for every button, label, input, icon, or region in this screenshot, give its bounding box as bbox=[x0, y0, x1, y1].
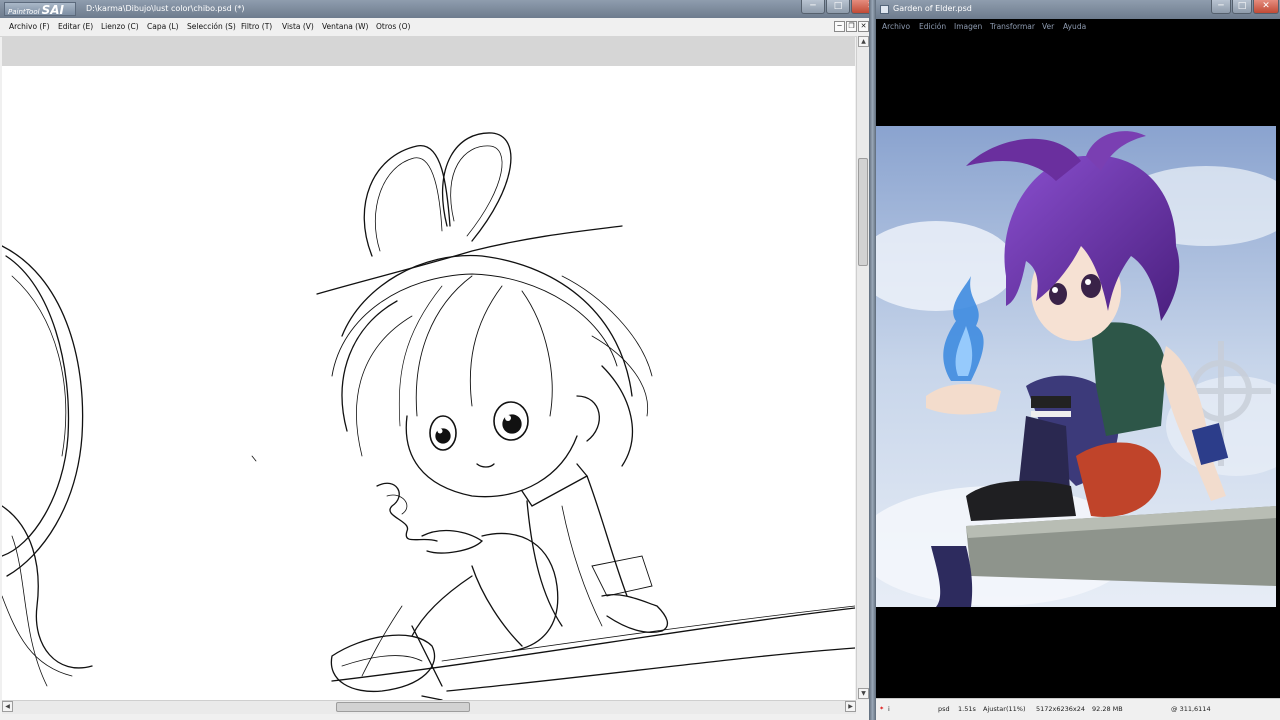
app-icon bbox=[880, 5, 889, 14]
menu-archivo[interactable]: Archivo (F) bbox=[9, 22, 50, 31]
vertical-scroll-thumb[interactable] bbox=[858, 158, 868, 266]
doc-restore-button[interactable]: ❐ bbox=[846, 21, 857, 32]
status-info-icon: i bbox=[888, 705, 890, 713]
menu-seleccion[interactable]: Selección (S) bbox=[187, 22, 236, 31]
sai-logo-text: PaintTool bbox=[8, 8, 40, 16]
sai-maximize-button[interactable]: □ bbox=[826, 0, 850, 14]
viewer-window-title: Garden of Elder.psd bbox=[893, 4, 972, 13]
viewer-statusbar: * i psd 1.51s Ajustar(11%) 5172x6236x24 … bbox=[876, 698, 1280, 720]
sai-window-title: D:\karma\Dibujo\lust color\chibo.psd (*) bbox=[86, 4, 245, 13]
status-dimensions: 5172x6236x24 bbox=[1036, 705, 1086, 713]
menu-otros[interactable]: Otros (O) bbox=[376, 22, 410, 31]
menu-capa[interactable]: Capa (L) bbox=[147, 22, 179, 31]
doc-minimize-button[interactable]: ─ bbox=[834, 21, 845, 32]
menu-vista[interactable]: Vista (V) bbox=[282, 22, 314, 31]
viewer-menu-imagen[interactable]: Imagen bbox=[954, 22, 982, 31]
window-divider bbox=[869, 0, 876, 720]
viewer-menu-ver[interactable]: Ver bbox=[1042, 22, 1054, 31]
doc-close-button[interactable]: ✕ bbox=[858, 21, 869, 32]
viewer-menubar: Archivo Edición Imagen Transformar Ver A… bbox=[876, 19, 1280, 35]
status-coords: @ 311,6114 bbox=[1171, 705, 1211, 713]
viewer-minimize-button[interactable]: ─ bbox=[1211, 0, 1231, 14]
sai-logo: PaintTool SAI bbox=[4, 2, 76, 17]
scroll-left-icon[interactable]: ◀ bbox=[2, 701, 13, 712]
status-format: psd bbox=[938, 705, 950, 713]
horizontal-scroll-thumb[interactable] bbox=[336, 702, 470, 712]
reference-illustration bbox=[876, 126, 1276, 607]
status-filesize: 92.28 MB bbox=[1092, 705, 1123, 713]
status-load-time: 1.51s bbox=[958, 705, 976, 713]
viewer-window: Garden of Elder.psd ─ □ ✕ Archivo Edició… bbox=[876, 0, 1280, 720]
menu-ventana[interactable]: Ventana (W) bbox=[322, 22, 368, 31]
menu-lienzo[interactable]: Lienzo (C) bbox=[101, 22, 139, 31]
menu-editar[interactable]: Editar (E) bbox=[58, 22, 93, 31]
sai-minimize-button[interactable]: ─ bbox=[801, 0, 825, 14]
sai-titlebar[interactable]: PaintTool SAI D:\karma\Dibujo\lust color\… bbox=[0, 0, 875, 18]
viewer-menu-transformar[interactable]: Transformar bbox=[990, 22, 1035, 31]
horizontal-scrollbar[interactable]: ◀ ▶ bbox=[2, 700, 856, 714]
status-zoom: Ajustar(11%) bbox=[983, 705, 1026, 713]
scroll-right-icon[interactable]: ▶ bbox=[845, 701, 856, 712]
viewer-maximize-button[interactable]: □ bbox=[1232, 0, 1252, 14]
viewer-menu-edicion[interactable]: Edición bbox=[919, 22, 946, 31]
vertical-scrollbar[interactable]: ▲ ▼ bbox=[856, 36, 870, 700]
viewer-titlebar[interactable]: Garden of Elder.psd ─ □ ✕ bbox=[876, 0, 1280, 19]
status-mark: * bbox=[880, 705, 884, 713]
drawing-canvas[interactable] bbox=[2, 36, 855, 700]
reference-image[interactable] bbox=[876, 126, 1276, 607]
viewer-menu-archivo[interactable]: Archivo bbox=[882, 22, 910, 31]
scroll-up-icon[interactable]: ▲ bbox=[858, 36, 869, 47]
scroll-down-icon[interactable]: ▼ bbox=[858, 688, 869, 699]
menu-filtro[interactable]: Filtro (T) bbox=[241, 22, 272, 31]
chibi-sketch bbox=[2, 132, 855, 700]
sai-window: PaintTool SAI D:\karma\Dibujo\lust color\… bbox=[0, 0, 875, 720]
sai-menubar: Archivo (F) Editar (E) Lienzo (C) Capa (… bbox=[0, 18, 875, 37]
viewer-close-button[interactable]: ✕ bbox=[1253, 0, 1279, 14]
viewer-menu-ayuda[interactable]: Ayuda bbox=[1063, 22, 1086, 31]
sai-logo-bold: SAI bbox=[41, 3, 64, 17]
